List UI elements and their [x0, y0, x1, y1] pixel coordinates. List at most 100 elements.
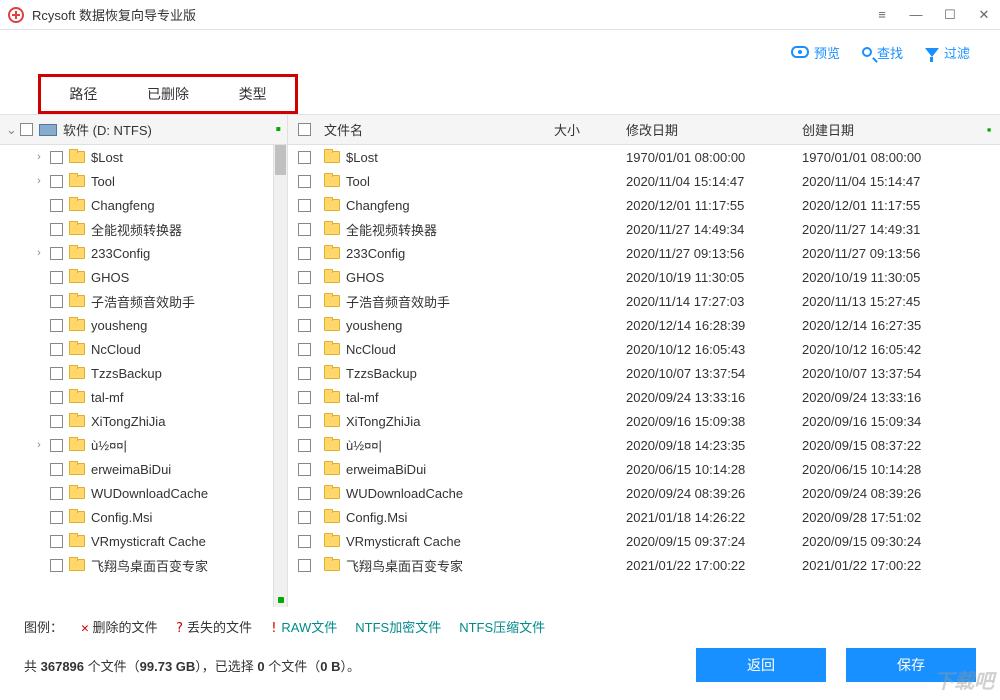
file-checkbox[interactable]: [298, 439, 311, 452]
file-checkbox[interactable]: [298, 463, 311, 476]
tree-item[interactable]: TzzsBackup: [0, 361, 287, 385]
tree-checkbox[interactable]: [50, 391, 63, 404]
file-row[interactable]: $Lost1970/01/01 08:00:001970/01/01 08:00…: [288, 145, 1000, 169]
tree-checkbox[interactable]: [50, 343, 63, 356]
col-name[interactable]: 文件名: [320, 120, 554, 139]
file-checkbox[interactable]: [298, 223, 311, 236]
tree-checkbox[interactable]: [50, 511, 63, 524]
tree-item[interactable]: 子浩音频音效助手: [0, 289, 287, 313]
tree-item[interactable]: GHOS: [0, 265, 287, 289]
file-row[interactable]: WUDownloadCache2020/09/24 08:39:262020/0…: [288, 481, 1000, 505]
menu-button[interactable]: ≡: [874, 7, 890, 22]
filter-button[interactable]: 过滤: [925, 43, 970, 62]
file-row[interactable]: GHOS2020/10/19 11:30:052020/10/19 11:30:…: [288, 265, 1000, 289]
file-row[interactable]: 全能视频转换器2020/11/27 14:49:342020/11/27 14:…: [288, 217, 1000, 241]
tree-checkbox[interactable]: [50, 223, 63, 236]
file-row[interactable]: erweimaBiDui2020/06/15 10:14:282020/06/1…: [288, 457, 1000, 481]
file-row[interactable]: NcCloud2020/10/12 16:05:432020/10/12 16:…: [288, 337, 1000, 361]
file-checkbox[interactable]: [298, 151, 311, 164]
tree-item-label: tal-mf: [91, 390, 124, 405]
file-checkbox[interactable]: [298, 391, 311, 404]
file-checkbox[interactable]: [298, 535, 311, 548]
tree-item[interactable]: yousheng: [0, 313, 287, 337]
tree-checkbox[interactable]: [50, 295, 63, 308]
tree-checkbox[interactable]: [50, 535, 63, 548]
tree-item[interactable]: 飞翔鸟桌面百变专家: [0, 553, 287, 577]
folder-icon: [69, 199, 85, 211]
tree-item[interactable]: › 233Config: [0, 241, 287, 265]
tree-item[interactable]: XiTongZhiJia: [0, 409, 287, 433]
tab-deleted[interactable]: 已删除: [126, 77, 211, 111]
file-row[interactable]: 233Config2020/11/27 09:13:562020/11/27 0…: [288, 241, 1000, 265]
tree-checkbox[interactable]: [50, 319, 63, 332]
file-checkbox[interactable]: [298, 343, 311, 356]
back-button[interactable]: 返回: [696, 648, 826, 682]
file-checkbox[interactable]: [298, 175, 311, 188]
save-button[interactable]: 保存: [846, 648, 976, 682]
file-row[interactable]: VRmysticraft Cache2020/09/15 09:37:24202…: [288, 529, 1000, 553]
tree-checkbox[interactable]: [50, 463, 63, 476]
file-row[interactable]: tal-mf2020/09/24 13:33:162020/09/24 13:3…: [288, 385, 1000, 409]
file-checkbox[interactable]: [298, 271, 311, 284]
tree-item[interactable]: ›Tool: [0, 169, 287, 193]
tree-item[interactable]: Changfeng: [0, 193, 287, 217]
tree-checkbox[interactable]: [50, 151, 63, 164]
minimize-button[interactable]: —: [908, 7, 924, 22]
col-created[interactable]: 创建日期: [802, 120, 978, 139]
tree-checkbox[interactable]: [50, 367, 63, 380]
chevron-right-icon[interactable]: ›: [34, 151, 44, 163]
tree-checkbox[interactable]: [50, 271, 63, 284]
file-checkbox[interactable]: [298, 559, 311, 572]
file-checkbox[interactable]: [298, 199, 311, 212]
file-checkbox[interactable]: [298, 487, 311, 500]
file-checkbox[interactable]: [298, 295, 311, 308]
tree-checkbox[interactable]: [50, 175, 63, 188]
file-row[interactable]: 飞翔鸟桌面百变专家2021/01/22 17:00:222021/01/22 1…: [288, 553, 1000, 577]
maximize-button[interactable]: ☐: [942, 7, 958, 23]
col-size[interactable]: 大小: [554, 120, 626, 139]
tree-item[interactable]: 全能视频转换器: [0, 217, 287, 241]
tree-item[interactable]: tal-mf: [0, 385, 287, 409]
tree-checkbox[interactable]: [50, 247, 63, 260]
tree-checkbox[interactable]: [50, 439, 63, 452]
tab-path[interactable]: 路径: [41, 77, 126, 111]
preview-button[interactable]: 预览: [791, 43, 840, 62]
tab-type[interactable]: 类型: [210, 77, 295, 111]
chevron-right-icon[interactable]: ›: [34, 175, 44, 187]
file-row[interactable]: 子浩音频音效助手2020/11/14 17:27:032020/11/13 15…: [288, 289, 1000, 313]
col-modified[interactable]: 修改日期: [626, 120, 802, 139]
search-button[interactable]: 查找: [862, 43, 903, 62]
root-checkbox[interactable]: [20, 123, 33, 136]
tree-item[interactable]: WUDownloadCache: [0, 481, 287, 505]
tree-checkbox[interactable]: [50, 415, 63, 428]
tree-item[interactable]: ›$Lost: [0, 145, 287, 169]
file-checkbox[interactable]: [298, 319, 311, 332]
tree-scrollbar[interactable]: [273, 145, 287, 607]
select-all-checkbox[interactable]: [298, 123, 311, 136]
tree-item[interactable]: ›ù½¤¤|: [0, 433, 287, 457]
file-checkbox[interactable]: [298, 367, 311, 380]
tree-item[interactable]: NcCloud: [0, 337, 287, 361]
file-row[interactable]: XiTongZhiJia2020/09/16 15:09:382020/09/1…: [288, 409, 1000, 433]
tree-checkbox[interactable]: [50, 199, 63, 212]
file-checkbox[interactable]: [298, 415, 311, 428]
tree-item[interactable]: Config.Msi: [0, 505, 287, 529]
file-row[interactable]: yousheng2020/12/14 16:28:392020/12/14 16…: [288, 313, 1000, 337]
tree-checkbox[interactable]: [50, 559, 63, 572]
tree-item[interactable]: erweimaBiDui: [0, 457, 287, 481]
file-row[interactable]: TzzsBackup2020/10/07 13:37:542020/10/07 …: [288, 361, 1000, 385]
file-checkbox[interactable]: [298, 247, 311, 260]
scrollbar-thumb[interactable]: [275, 145, 286, 175]
chevron-right-icon[interactable]: ›: [34, 247, 44, 259]
file-checkbox[interactable]: [298, 511, 311, 524]
chevron-right-icon[interactable]: ›: [34, 439, 44, 451]
file-row[interactable]: Tool2020/11/04 15:14:472020/11/04 15:14:…: [288, 169, 1000, 193]
tree-header[interactable]: ⌄ 软件 (D: NTFS) ▪: [0, 115, 287, 145]
file-row[interactable]: Changfeng2020/12/01 11:17:552020/12/01 1…: [288, 193, 1000, 217]
file-row[interactable]: ù½¤¤|2020/09/18 14:23:352020/09/15 08:37…: [288, 433, 1000, 457]
file-row[interactable]: Config.Msi2021/01/18 14:26:222020/09/28 …: [288, 505, 1000, 529]
tree-item-label: 233Config: [91, 246, 150, 261]
close-button[interactable]: ✕: [976, 7, 992, 23]
tree-checkbox[interactable]: [50, 487, 63, 500]
tree-item[interactable]: VRmysticraft Cache: [0, 529, 287, 553]
